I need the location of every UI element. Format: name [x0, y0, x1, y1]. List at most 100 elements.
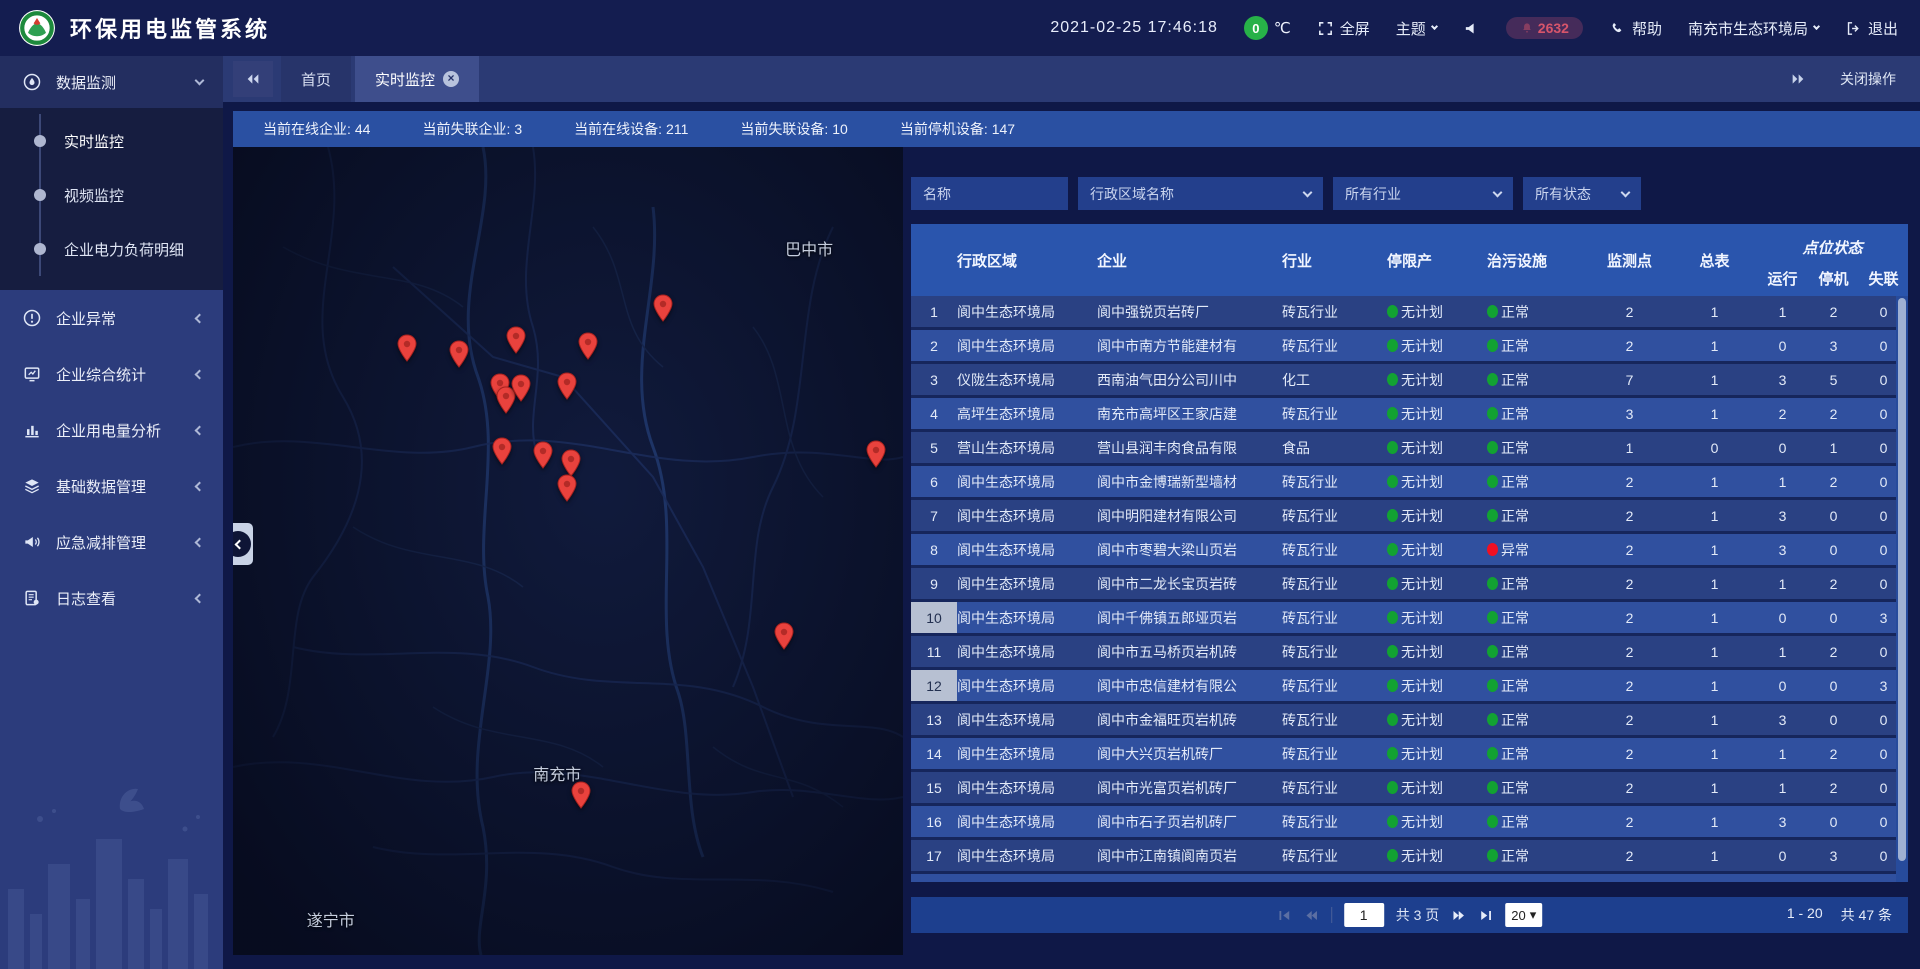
cell-pollution-facility: 正常	[1487, 806, 1587, 837]
table-row[interactable]: 12阆中生态环境局阆中市忠信建材有限公砖瓦行业无计划正常21003	[911, 670, 1908, 704]
sidebar-item-power-analysis[interactable]: 企业用电量分析	[0, 402, 223, 458]
tab-home[interactable]: 首页	[281, 56, 351, 102]
tab-close-icon[interactable]: ×	[443, 71, 459, 87]
status-dot-green	[1387, 815, 1398, 828]
logout-button[interactable]: 退出	[1845, 18, 1898, 39]
help-button[interactable]: 帮助	[1609, 18, 1662, 39]
map-marker-icon[interactable]	[577, 332, 599, 360]
map-marker-icon[interactable]	[865, 440, 887, 468]
limit-text: 无计划	[1401, 778, 1443, 798]
row-index: 4	[911, 398, 957, 429]
map-marker-icon[interactable]	[532, 441, 554, 469]
pagination-prev-button[interactable]	[1304, 908, 1319, 923]
table-row[interactable]: 5营山生态环境局营山县润丰肉食品有限食品无计划正常10010	[911, 432, 1908, 466]
name-filter-input[interactable]: 名称	[911, 177, 1068, 210]
map-roads	[233, 147, 903, 955]
map-marker-icon[interactable]	[560, 449, 582, 477]
chevron-down-icon	[1813, 22, 1820, 29]
map-marker-icon[interactable]	[556, 474, 578, 502]
table-row[interactable]: 10阆中生态环境局阆中千佛镇五郎垭页岩砖瓦行业无计划正常21003	[911, 602, 1908, 636]
collapse-arrow-icon	[233, 531, 251, 557]
right-panel: 名称 行政区域名称 所有行业 所有状态 行政区域企业行业停限产治污设施监测点总表…	[911, 147, 1908, 955]
map-marker-icon[interactable]	[556, 372, 578, 400]
table-row[interactable]: 4高坪生态环境局南充市高坪区王家店建砖瓦行业无计划正常31220	[911, 398, 1908, 432]
sidebar-item-base-data[interactable]: 基础数据管理	[0, 458, 223, 514]
map-marker-icon[interactable]	[510, 374, 532, 402]
cell-company: 阆中市石子页岩机砖厂	[1097, 806, 1282, 837]
status-dot-green	[1487, 339, 1498, 352]
cell-company: 阆中市江南镇阆南页岩	[1097, 840, 1282, 871]
cell-district: 阆中生态环境局	[957, 840, 1097, 871]
cell-district: 南部生态环境局	[957, 874, 1097, 882]
table-row[interactable]: 15阆中生态环境局阆中市光富页岩机砖厂砖瓦行业无计划正常21120	[911, 772, 1908, 806]
industry-filter-select[interactable]: 所有行业	[1333, 177, 1513, 210]
map-marker-icon[interactable]	[396, 334, 418, 362]
sidebar-item-company-abnormal[interactable]: 企业异常	[0, 290, 223, 346]
notification-badge[interactable]: 2632	[1506, 17, 1583, 39]
table-row[interactable]: 16阆中生态环境局阆中市石子页岩机砖厂砖瓦行业无计划正常21300	[911, 806, 1908, 840]
tab-realtime-monitor[interactable]: 实时监控×	[355, 56, 479, 102]
sidebar-submenu-data-monitor: 实时监控视频监控企业电力负荷明细	[0, 108, 223, 290]
map-marker-icon[interactable]	[773, 622, 795, 650]
tabs-scroll-left-button[interactable]	[233, 61, 273, 97]
cell-running: 1	[1757, 636, 1808, 667]
sidebar-item-data-monitor[interactable]: 数据监测	[0, 56, 223, 108]
map-marker-icon[interactable]	[491, 437, 513, 465]
table-row[interactable]: 3仪陇生态环境局西南油气田分公司川中化工无计划正常71350	[911, 364, 1908, 398]
sidebar-item-video-monitor[interactable]: 视频监控	[0, 168, 223, 222]
theme-dropdown[interactable]: 主题	[1396, 18, 1437, 39]
map-marker-icon[interactable]	[652, 294, 674, 322]
status-filter-select[interactable]: 所有状态	[1523, 177, 1641, 210]
filter-row: 名称 行政区域名称 所有行业 所有状态	[911, 177, 1908, 210]
table-row[interactable]: 2阆中生态环境局阆中市南方节能建材有砖瓦行业无计划正常21030	[911, 330, 1908, 364]
map-collapse-handle[interactable]	[233, 523, 253, 565]
cell-running: 2	[1757, 398, 1808, 429]
table-row[interactable]: 7阆中生态环境局阆中明阳建材有限公司砖瓦行业无计划正常21300	[911, 500, 1908, 534]
table-row[interactable]: 9阆中生态环境局阆中市二龙长宝页岩砖砖瓦行业无计划正常21120	[911, 568, 1908, 602]
map-marker-icon[interactable]	[570, 781, 592, 809]
pagination-divider	[1331, 907, 1332, 923]
table-row[interactable]: 1阆中生态环境局阆中强锐页岩砖厂砖瓦行业无计划正常21120	[911, 296, 1908, 330]
cell-industry: 砖瓦行业	[1282, 874, 1387, 882]
map-marker-icon[interactable]	[448, 340, 470, 368]
header-group-subcolumns: 运行停机失联	[1757, 268, 1908, 289]
table-row[interactable]: 18南部生态环境局南部县建兴页岩机砖厂砖瓦行业无计划正常21030	[911, 874, 1908, 882]
sidebar-item-company-statistics[interactable]: 企业综合统计	[0, 346, 223, 402]
scrollbar-thumb[interactable]	[1898, 298, 1906, 861]
mute-speaker-button[interactable]	[1463, 20, 1480, 37]
table-row[interactable]: 8阆中生态环境局阆中市枣碧大梁山页岩砖瓦行业无计划异常21300	[911, 534, 1908, 568]
cell-industry: 砖瓦行业	[1282, 772, 1387, 803]
temperature-badge: 0	[1244, 16, 1268, 40]
sidebar-item-log-view[interactable]: 日志查看	[0, 570, 223, 626]
sidebar-item-power-load-detail[interactable]: 企业电力负荷明细	[0, 222, 223, 276]
close-operations-button[interactable]: 关闭操作	[1840, 69, 1896, 89]
cell-total-meters: 1	[1672, 874, 1757, 882]
table-row[interactable]: 11阆中生态环境局阆中市五马桥页岩机砖砖瓦行业无计划正常21120	[911, 636, 1908, 670]
pagination-first-button[interactable]	[1277, 908, 1292, 923]
pagination-last-button[interactable]	[1478, 908, 1493, 923]
map-panel[interactable]: 巴中市南充市遂宁市	[233, 147, 903, 955]
table-scrollbar[interactable]	[1896, 296, 1908, 882]
cell-total-meters: 1	[1672, 738, 1757, 769]
total-count-label: 共 47 条	[1841, 905, 1892, 925]
page-number-input[interactable]: 1	[1344, 903, 1384, 927]
cell-monitor-points: 2	[1587, 568, 1672, 599]
map-marker-icon[interactable]	[505, 326, 527, 354]
pagination-next-button[interactable]	[1451, 908, 1466, 923]
chevron-left-icon	[195, 369, 205, 379]
fullscreen-button[interactable]: 全屏	[1317, 18, 1370, 39]
status-dot-green	[1387, 747, 1398, 760]
table-row[interactable]: 6阆中生态环境局阆中市金博瑞新型墙材砖瓦行业无计划正常21120	[911, 466, 1908, 500]
region-filter-select[interactable]: 行政区域名称	[1078, 177, 1323, 210]
cell-stopped: 0	[1808, 704, 1859, 735]
tabs-scroll-right-button[interactable]	[1790, 71, 1806, 87]
stat-item-3: 当前失联设备:10	[740, 119, 847, 139]
table-row[interactable]: 13阆中生态环境局阆中市金福旺页岩机砖砖瓦行业无计划正常21300	[911, 704, 1908, 738]
table-row[interactable]: 14阆中生态环境局阆中大兴页岩机砖厂砖瓦行业无计划正常21120	[911, 738, 1908, 772]
sidebar-item-emergency-reduction[interactable]: 应急减排管理	[0, 514, 223, 570]
status-dot-green	[1487, 509, 1498, 522]
sidebar-item-realtime-monitor[interactable]: 实时监控	[0, 114, 223, 168]
org-dropdown[interactable]: 南充市生态环境局	[1688, 18, 1819, 39]
table-row[interactable]: 17阆中生态环境局阆中市江南镇阆南页岩砖瓦行业无计划正常21030	[911, 840, 1908, 874]
page-size-select[interactable]: 20▾	[1505, 903, 1542, 927]
